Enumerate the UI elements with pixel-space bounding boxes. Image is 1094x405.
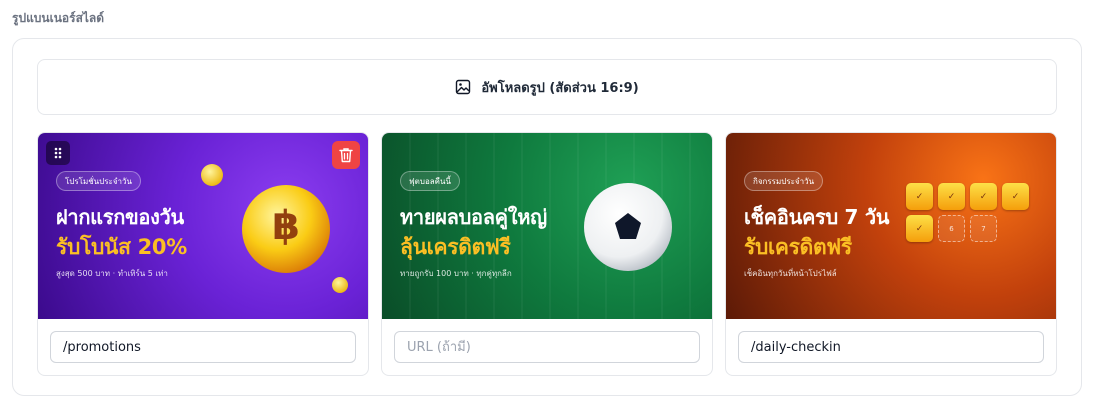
banner-headline: ทายผลบอลคู่ใหญ่ xyxy=(400,205,547,229)
banner-subtext: ทายถูกรับ 100 บาท · ทุกคู่ทุกลีก xyxy=(400,269,512,278)
banner-image-1: ฿ โปรโมชั่นประจำวัน ฝากแรกของวัน รับโบนั… xyxy=(38,133,368,319)
banner-image-3: กิจกรรมประจำวัน เช็คอินครบ 7 วัน รับเครด… xyxy=(726,133,1056,319)
banner-card-2: ฟุตบอลคืนนี้ ทายผลบอลคู่ใหญ่ ลุ้นเครดิตฟ… xyxy=(381,132,713,376)
trash-icon xyxy=(339,148,353,163)
banner-subtext: เช็คอินทุกวันที่หน้าโปรไฟล์ xyxy=(744,269,837,278)
banner-card-1: ฿ โปรโมชั่นประจำวัน ฝากแรกของวัน รับโบนั… xyxy=(37,132,369,376)
delete-banner-button[interactable] xyxy=(332,141,360,169)
banner-tag: กิจกรรมประจำวัน xyxy=(744,171,824,191)
coin-symbol: ฿ xyxy=(272,203,300,249)
drag-handle-icon xyxy=(54,147,62,159)
drag-handle-button[interactable] xyxy=(46,141,70,165)
banner-highlight: รับเครดิตฟรี xyxy=(744,235,852,259)
checkin-day: ✓ xyxy=(1002,183,1029,210)
checkin-day: 7 xyxy=(970,215,997,242)
banner-image-2: ฟุตบอลคืนนี้ ทายผลบอลคู่ใหญ่ ลุ้นเครดิตฟ… xyxy=(382,133,712,319)
banner-url-input[interactable] xyxy=(394,331,700,363)
banner-highlight: รับโบนัส 20% xyxy=(56,235,187,259)
banner-card-3: กิจกรรมประจำวัน เช็คอินครบ 7 วัน รับเครด… xyxy=(725,132,1057,376)
upload-label: อัพโหลดรูป (สัดส่วน 16:9) xyxy=(481,80,639,96)
checkin-day: ✓ xyxy=(970,183,997,210)
section-label: รูปแบนเนอร์สไลด์ xyxy=(12,11,105,25)
banner-headline: เช็คอินครบ 7 วัน xyxy=(744,205,890,229)
checkin-day: 6 xyxy=(938,215,965,242)
banner-url-input[interactable] xyxy=(738,331,1044,363)
banner-headline: ฝากแรกของวัน xyxy=(56,205,184,229)
checkin-day: ✓ xyxy=(906,215,933,242)
upload-image-button[interactable]: อัพโหลดรูป (สัดส่วน 16:9) xyxy=(37,59,1057,115)
checkin-day: ✓ xyxy=(938,183,965,210)
banner-panel: อัพโหลดรูป (สัดส่วน 16:9) ฿ โปรโมชั่นประ… xyxy=(12,38,1082,396)
checkin-day: ✓ xyxy=(906,183,933,210)
banner-highlight: ลุ้นเครดิตฟรี xyxy=(400,235,511,259)
banner-tag: ฟุตบอลคืนนี้ xyxy=(400,171,460,191)
banner-subtext: สูงสุด 500 บาท · ทำเทิร์น 5 เท่า xyxy=(56,269,168,278)
image-icon xyxy=(456,79,471,95)
banner-url-input[interactable] xyxy=(50,331,356,363)
banner-tag: โปรโมชั่นประจำวัน xyxy=(56,171,141,191)
